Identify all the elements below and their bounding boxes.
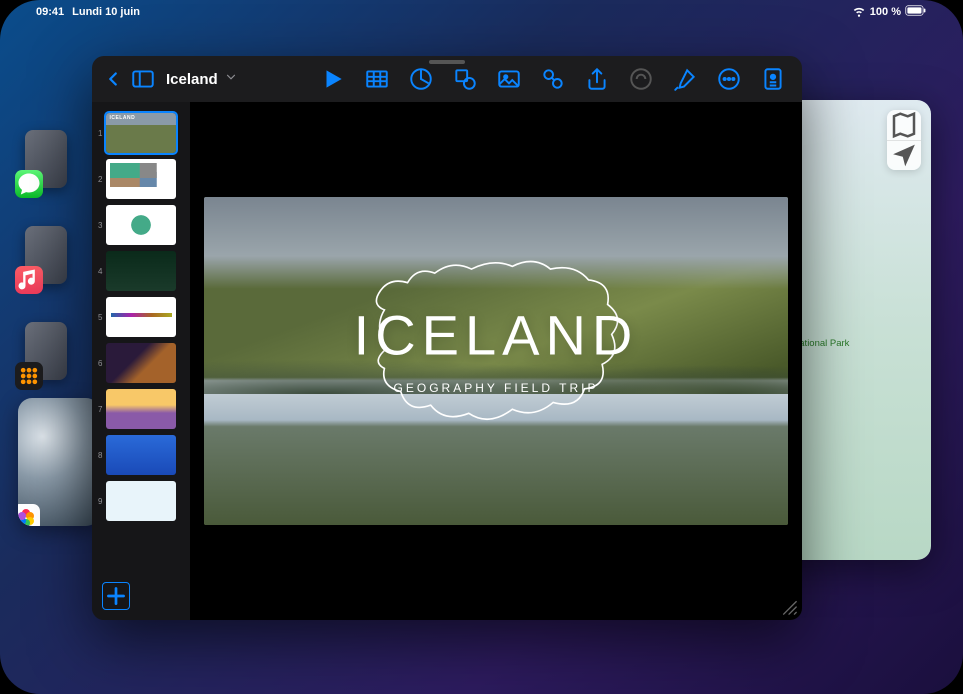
thumbnail-image — [106, 389, 176, 429]
slide-number: 3 — [98, 221, 102, 230]
battery-icon — [905, 5, 927, 19]
format-brush-button[interactable] — [672, 66, 698, 92]
add-slide-button[interactable] — [102, 582, 130, 610]
thumbnail-image: ICELAND — [106, 113, 176, 153]
document-title[interactable]: Iceland — [166, 71, 218, 88]
slide-thumbnail[interactable]: 9 — [92, 478, 190, 524]
slide-thumbnail[interactable]: 5 — [92, 294, 190, 340]
maps-mode-button[interactable] — [887, 110, 921, 140]
thumbnail-image — [106, 251, 176, 291]
keynote-window: Iceland — [92, 56, 802, 620]
slide-thumbnail[interactable]: 6 — [92, 340, 190, 386]
resize-handle-icon[interactable] — [780, 598, 798, 616]
media-button[interactable] — [540, 66, 566, 92]
stage-item-music[interactable] — [25, 226, 67, 284]
status-time: 09:41 — [36, 6, 64, 18]
table-button[interactable] — [364, 66, 390, 92]
more-button[interactable] — [716, 66, 742, 92]
wifi-icon — [852, 4, 866, 21]
slide-number: 1 — [98, 129, 102, 138]
slide-thumbnail[interactable]: 8 — [92, 432, 190, 478]
slide-number: 9 — [98, 497, 102, 506]
messages-icon — [15, 170, 43, 198]
record-button[interactable] — [628, 66, 654, 92]
battery-label: 100 % — [870, 6, 901, 18]
stage-item-photos-window[interactable] — [18, 398, 100, 526]
image-button[interactable] — [496, 66, 522, 92]
maps-toolbar — [887, 110, 921, 170]
slide-thumbnail[interactable]: 3 — [92, 202, 190, 248]
photos-icon — [18, 504, 40, 526]
slide-canvas[interactable]: ICELAND GEOGRAPHY FIELD TRIP — [190, 102, 802, 620]
back-button[interactable] — [102, 68, 124, 90]
status-date: Lundi 10 juin — [72, 6, 140, 18]
slide-navigator: 1 ICELAND 2 3 4 5 6 7 8 9 — [92, 102, 190, 620]
window-grabber[interactable] — [429, 60, 465, 64]
calculator-icon — [15, 362, 43, 390]
slide-number: 4 — [98, 267, 102, 276]
play-button[interactable] — [320, 66, 346, 92]
inspector-button[interactable] — [760, 66, 786, 92]
slide-subtitle[interactable]: GEOGRAPHY FIELD TRIP — [394, 381, 599, 395]
slide-thumbnail[interactable]: 1 ICELAND — [92, 110, 190, 156]
share-button[interactable] — [584, 66, 610, 92]
thumbnail-image — [106, 343, 176, 383]
status-bar: 09:41 Lundi 10 juin 100 % — [0, 0, 963, 24]
stage-item-messages[interactable] — [25, 130, 67, 188]
thumbnail-image — [106, 159, 176, 199]
music-icon — [15, 266, 43, 294]
slide-number: 2 — [98, 175, 102, 184]
slide-number: 7 — [98, 405, 102, 414]
sidebar-toggle-button[interactable] — [130, 66, 156, 92]
thumbnail-image — [106, 205, 176, 245]
slide-thumbnail[interactable]: 7 — [92, 386, 190, 432]
slide-thumbnail[interactable]: 4 — [92, 248, 190, 294]
thumbnail-image — [106, 435, 176, 475]
thumbnail-image — [106, 297, 176, 337]
slide-number: 8 — [98, 451, 102, 460]
slide-number: 5 — [98, 313, 102, 322]
chevron-down-icon[interactable] — [224, 70, 238, 88]
slide-title[interactable]: ICELAND — [354, 302, 639, 367]
stage-manager-strip — [22, 130, 70, 380]
thumbnail-image — [106, 481, 176, 521]
shape-button[interactable] — [452, 66, 478, 92]
chart-button[interactable] — [408, 66, 434, 92]
slide[interactable]: ICELAND GEOGRAPHY FIELD TRIP — [204, 197, 788, 526]
slide-number: 6 — [98, 359, 102, 368]
slide-thumbnail[interactable]: 2 — [92, 156, 190, 202]
maps-locate-button[interactable] — [887, 140, 921, 170]
stage-item-calculator[interactable] — [25, 322, 67, 380]
